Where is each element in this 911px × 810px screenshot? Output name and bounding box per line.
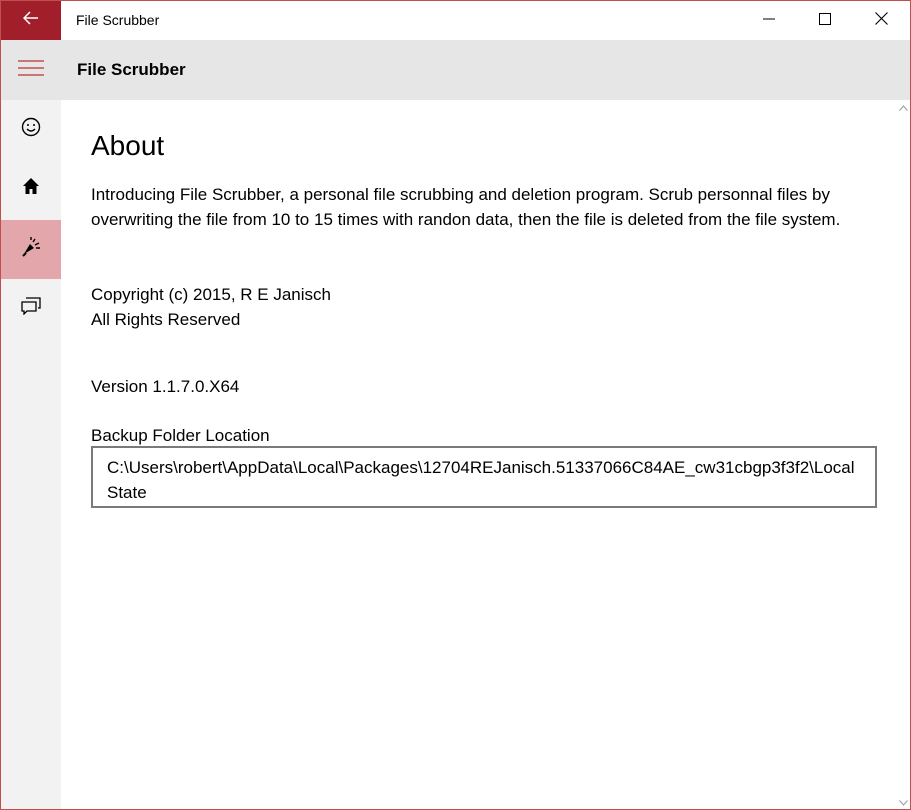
page-header-title: File Scrubber bbox=[77, 60, 186, 79]
app-header: File Scrubber bbox=[1, 40, 910, 100]
maximize-icon bbox=[819, 12, 831, 30]
nav-item-messages[interactable] bbox=[1, 279, 61, 338]
chevron-up-icon bbox=[899, 98, 908, 116]
chevron-down-icon bbox=[899, 793, 908, 809]
hamburger-menu-button[interactable] bbox=[1, 40, 61, 100]
page-title: About bbox=[91, 130, 165, 161]
backup-folder-field[interactable]: C:\Users\robert\AppData\Local\Packages\1… bbox=[91, 446, 877, 508]
intro-text: Introducing File Scrubber, a personal fi… bbox=[91, 185, 841, 229]
vertical-scrollbar[interactable] bbox=[897, 100, 910, 809]
maximize-button[interactable] bbox=[797, 1, 853, 40]
minimize-icon bbox=[763, 12, 775, 30]
version-text: Version 1.1.7.0.X64 bbox=[91, 377, 240, 396]
title-bar: File Scrubber bbox=[1, 1, 910, 40]
back-arrow-icon bbox=[22, 11, 39, 30]
scroll-down-button[interactable] bbox=[898, 797, 909, 807]
app-window: File Scrubber File Scrubber About Introd… bbox=[0, 0, 911, 810]
nav-item-feedback[interactable] bbox=[1, 100, 61, 159]
chat-icon bbox=[21, 297, 41, 320]
hamburger-icon bbox=[18, 59, 44, 81]
scroll-up-button[interactable] bbox=[898, 102, 909, 112]
about-page: About Introducing File Scrubber, a perso… bbox=[61, 100, 897, 809]
window-title: File Scrubber bbox=[76, 12, 160, 28]
close-icon bbox=[874, 11, 888, 30]
nav-item-home[interactable] bbox=[1, 159, 61, 218]
home-icon bbox=[22, 177, 40, 200]
smiley-icon bbox=[21, 117, 41, 142]
nav-item-shred[interactable] bbox=[1, 220, 61, 279]
minimize-button[interactable] bbox=[741, 1, 797, 40]
backup-folder-label: Backup Folder Location bbox=[91, 426, 270, 445]
shred-icon bbox=[20, 236, 42, 263]
rights-text: All Rights Reserved bbox=[91, 310, 241, 329]
back-button[interactable] bbox=[1, 1, 61, 40]
nav-rail bbox=[1, 100, 61, 809]
copyright-text: Copyright (c) 2015, R E Janisch bbox=[91, 285, 331, 304]
close-button[interactable] bbox=[853, 1, 909, 40]
